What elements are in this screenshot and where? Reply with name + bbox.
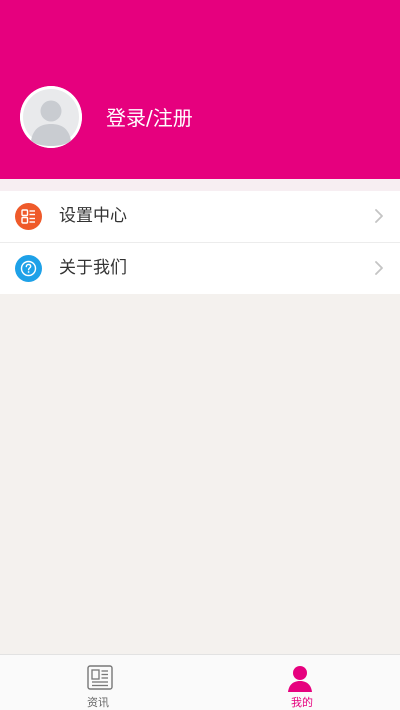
login-register-link[interactable]: 登录/注册 (106, 104, 193, 132)
menu-item-about[interactable]: 关于我们 (0, 242, 400, 294)
tab-label: 我的 (291, 696, 313, 709)
avatar[interactable] (20, 86, 82, 148)
menu-list: 设置中心 关于我们 (0, 191, 400, 294)
default-avatar-icon (20, 86, 82, 148)
tab-label: 资讯 (87, 696, 109, 709)
user-icon (285, 663, 315, 693)
menu-item-label: 关于我们 (59, 258, 127, 278)
header-divider (0, 179, 400, 191)
profile-header: 登录/注册 (0, 0, 400, 179)
settings-grid-icon (15, 203, 42, 230)
chevron-right-icon (374, 260, 384, 276)
profile-screen: 登录/注册 设置中心 关于我们 资讯 我的 (0, 0, 400, 710)
bottom-tab-bar: 资讯 我的 (0, 654, 400, 710)
tab-news[interactable]: 资讯 (0, 655, 200, 710)
newspaper-icon (85, 663, 115, 693)
menu-item-label: 设置中心 (59, 206, 127, 226)
tab-mine[interactable]: 我的 (200, 655, 400, 710)
menu-item-settings[interactable]: 设置中心 (0, 191, 400, 242)
help-question-icon (15, 255, 42, 282)
chevron-right-icon (374, 208, 384, 224)
